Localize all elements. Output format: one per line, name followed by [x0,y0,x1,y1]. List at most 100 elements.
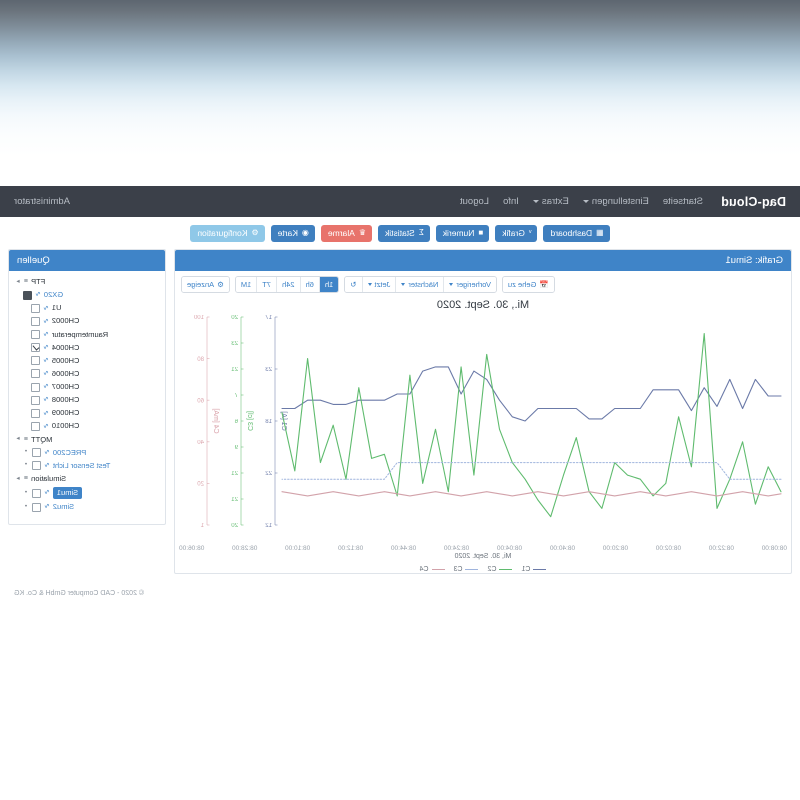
chart-plot-area[interactable]: 17 23 18 22 12 C1 [A] 20 23 21 7 6 9 21 21 20 C3 [cl] 10… [175,313,791,543]
module-button-konfiguration[interactable]: ⚙ Konfiguration [190,225,265,242]
module-button-karte[interactable]: ◉ Karte [270,225,315,242]
chart-column: Grafik: Simu1 📅 Gehe zu Vorheriger Nächs… [174,248,792,575]
source-tree-item-mqtt[interactable]: MQTT ≡ ▸ [15,433,159,446]
source-checkbox[interactable] [31,369,40,379]
source-tree-item-simu2[interactable]: Simu2 ∿ • [15,501,159,514]
prev-label: Vorheriger [456,279,491,289]
legend-item-C2[interactable]: C2 [488,566,513,573]
source-tree-item-gx20[interactable]: GX20 ∿ [15,289,159,302]
module-button-numerik[interactable]: ■ Numerik [435,225,490,242]
y-axis-tick-label: 7 [234,393,238,399]
nav-item-extras[interactable]: Extras [532,196,569,207]
chevron-down-icon [532,200,539,203]
next-period-button[interactable]: Nächster [395,276,444,293]
now-button[interactable]: Jetzt [361,276,396,293]
legend-item-C1[interactable]: C1 [521,566,547,574]
source-checkbox[interactable] [31,316,40,326]
current-user-label: Administrator [14,196,70,207]
expand-collapse-icon[interactable]: • [23,461,29,470]
goto-button[interactable]: 📅 Gehe zu [503,276,554,293]
source-checkbox[interactable] [32,461,41,471]
signal-icon: ∿ [43,383,49,391]
range-button-1h[interactable]: 1h [318,276,339,293]
source-checkbox[interactable] [31,421,40,431]
module-button-alarme[interactable]: ♛ Alarme [320,225,373,242]
y-axis-tick-label: 20 [231,523,238,529]
expand-collapse-icon[interactable]: ▸ [15,435,21,444]
source-tree-item-ch0010[interactable]: CH0010 ∿ [15,420,159,433]
nav-item-logout[interactable]: Logout [460,196,489,207]
display-settings-button[interactable]: ⚙ Anzeige [182,276,229,293]
expand-collapse-icon[interactable]: ▸ [15,475,21,484]
range-button-7T[interactable]: 7T [256,276,277,293]
source-checkbox[interactable] [31,330,40,340]
nav-item-einstellungen[interactable]: Einstellungen [582,196,649,207]
source-checkbox[interactable] [32,488,41,498]
source-tree-item-ch0007[interactable]: CH0007 ∿ [15,381,159,394]
y-axis-tick-label: 20 [197,482,204,488]
legend-label: C1 [521,566,531,574]
source-tree-item-prec200[interactable]: PREC200 ∿ • [15,446,159,459]
source-label: CH0010 [51,421,80,431]
source-tree-item-simulation[interactable]: Simulation ≡ ▸ [15,472,159,485]
source-tree-item-raumtemperatur[interactable]: Raumtemperatur ∿ [15,328,159,341]
legend-item-C4[interactable]: C4 [420,566,445,573]
chart-series-C2[interactable] [281,333,782,518]
nav-item-startseite[interactable]: Startseite [663,196,703,207]
app-brand[interactable]: Daq-Cloud [721,195,786,209]
legend-swatch [499,569,513,571]
module-button-label: Alarme [327,228,355,238]
expand-collapse-icon[interactable]: • [23,448,29,457]
source-checkbox[interactable] [31,408,40,418]
chart-series-C3[interactable] [281,462,782,480]
prev-period-button[interactable]: Vorheriger [443,276,496,293]
source-tree-item-ch0008[interactable]: CH0008 ∿ [15,394,159,407]
source-tree-item-simu1[interactable]: Simu1 ∿ • [15,486,159,501]
source-checkbox[interactable] [31,303,40,313]
expand-collapse-icon[interactable]: • [23,489,29,498]
nav-item-info[interactable]: Info [503,196,519,207]
source-tree-item-ch0005[interactable]: CH0005 ∿ [15,354,159,367]
source-checkbox[interactable] [32,448,41,458]
module-button-dashboard[interactable]: ▦ Dashboard [543,225,610,242]
module-button-statistik[interactable]: Σ Statistik [378,225,430,242]
legend-item-C3[interactable]: C3 [454,566,479,573]
sources-panel: Quellen FTP ≡ ▸ GX20 ∿ U1 ∿ CH0002 ∿ Raumtemperat… [8,248,166,525]
y-axis-tick-label: 6 [234,419,238,425]
y-axis-tick-label: 1 [200,523,204,529]
module-button-grafik[interactable]: ᵛ Grafik [495,225,538,242]
chart-series-C1[interactable] [281,366,782,422]
source-tree-item-ftp[interactable]: FTP ≡ ▸ [15,276,159,289]
source-checkbox[interactable] [31,395,40,405]
source-checkbox[interactable] [31,356,40,366]
expand-collapse-icon[interactable]: • [23,503,29,512]
source-label: CH0004 [51,342,80,352]
range-button-1M[interactable]: 1M [235,276,257,293]
source-tree-item-test-sensor-licht[interactable]: Test Sensor Licht ∿ • [15,459,159,472]
source-checkbox[interactable] [32,502,41,512]
signal-icon: ∿ [44,489,50,497]
source-checkbox[interactable] [31,343,40,353]
source-label: Raumtemperatur [51,329,109,339]
range-button-6h[interactable]: 6h [299,276,319,293]
source-tree-item-u1[interactable]: U1 ∿ [15,302,159,315]
refresh-button[interactable]: ↻ [345,276,362,293]
source-tree-item-ch0006[interactable]: CH0006 ∿ [15,367,159,380]
table-icon: ■ [478,228,484,238]
source-tree-item-ch0002[interactable]: CH0002 ∿ [15,315,159,328]
nav-item-logout-label: Logout [459,196,490,207]
x-axis-tick: 08:28:00 [232,545,258,553]
source-checkbox[interactable] [31,382,40,392]
globe-icon: ◉ [301,228,309,238]
signal-icon: ∿ [43,409,49,417]
range-button-24h[interactable]: 24h [276,276,300,293]
signal-icon: ∿ [43,330,49,338]
chart-svg[interactable]: 1723182212C1 [A]202321769212120C3 [cl]10… [177,313,787,541]
legend-label: C2 [487,566,497,574]
chart-series-C4[interactable] [281,491,782,497]
source-tree-item-ch0004[interactable]: CH0004 ∿ [15,341,159,354]
source-tree-item-ch0009[interactable]: CH0009 ∿ [15,407,159,420]
source-checkbox[interactable] [23,290,32,300]
expand-collapse-icon[interactable]: ▸ [15,278,21,287]
x-axis-tick: 08:22:00 [708,545,735,553]
